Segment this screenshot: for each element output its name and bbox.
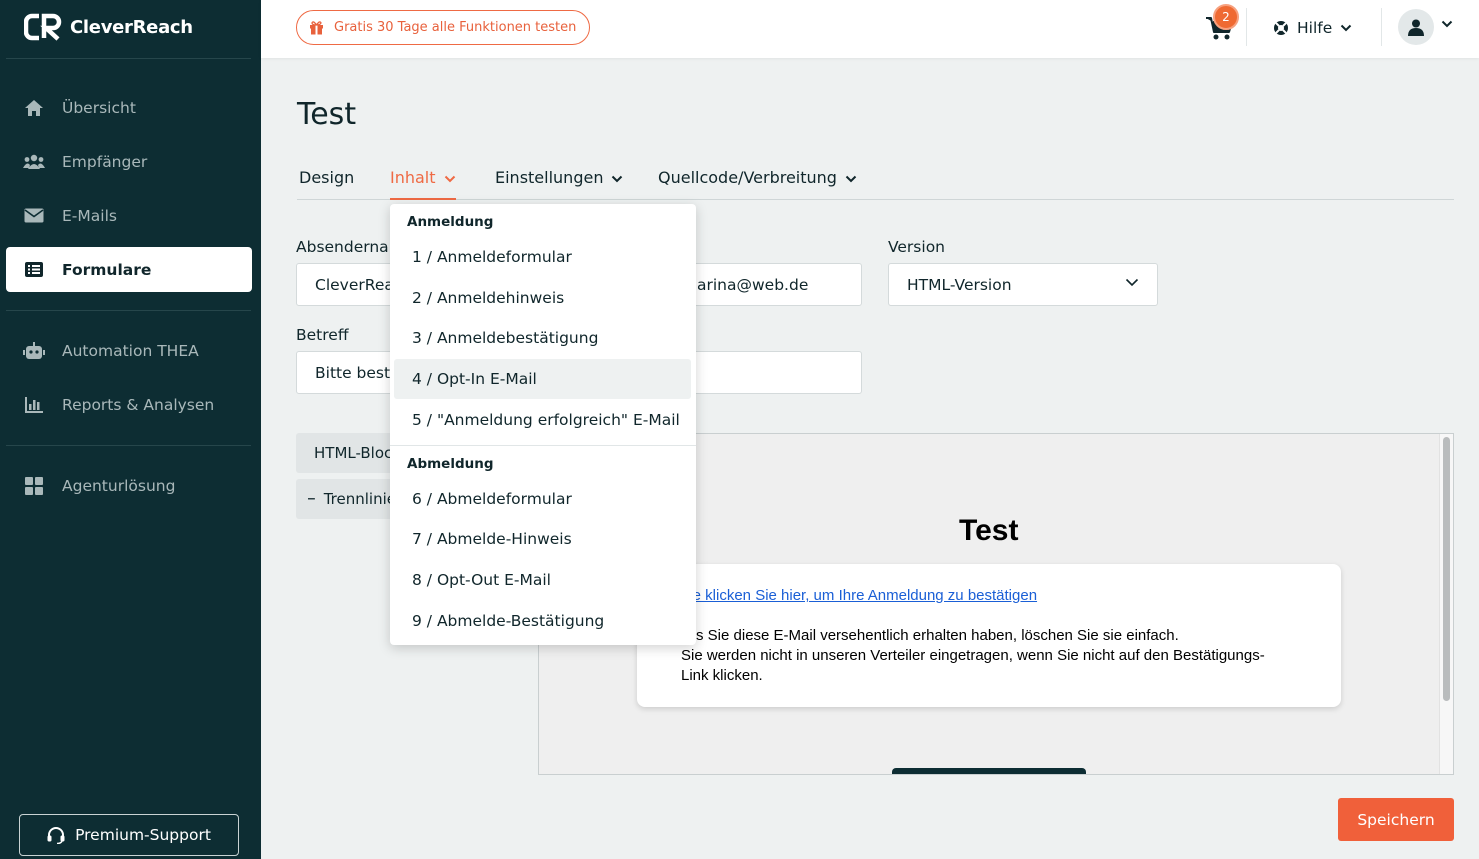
trial-button[interactable]: Gratis 30 Tage alle Funktionen testen xyxy=(296,10,590,45)
preview-text: alls Sie diese E-Mail versehentlich erha… xyxy=(681,626,1301,686)
menu-item-anmeldeformular[interactable]: 1 / Anmeldeformular xyxy=(394,237,691,277)
preview-text-line: Sie werden nicht in unseren Verteiler ei… xyxy=(681,647,1265,664)
version-label: Version xyxy=(888,238,945,256)
sidebar-item-label: Formulare xyxy=(62,260,152,279)
preview-text-line: Link klicken. xyxy=(681,667,763,684)
menu-item-abmelde-bestaetigung[interactable]: 9 / Abmelde-Bestätigung xyxy=(394,601,691,641)
dropdown-group-heading: Abmeldung xyxy=(407,456,494,472)
headset-icon xyxy=(47,826,65,844)
gift-icon xyxy=(310,21,323,35)
menu-item-abmeldeformular[interactable]: 6 / Abmeldeformular xyxy=(394,479,691,519)
sidebar-item-recipients[interactable]: Empfänger xyxy=(6,139,252,184)
sidebar-item-emails[interactable]: E-Mails xyxy=(6,193,252,238)
grid-icon xyxy=(22,474,46,498)
sidebar-divider xyxy=(6,58,251,59)
version-value: HTML-Version xyxy=(907,275,1012,294)
home-icon xyxy=(22,96,46,120)
html-block-button[interactable]: HTML-Block xyxy=(296,433,396,473)
sidebar-item-label: Übersicht xyxy=(62,98,136,117)
inhalt-dropdown-menu: Anmeldung 1 / Anmeldeformular 2 / Anmeld… xyxy=(390,204,696,645)
help-label: Hilfe xyxy=(1297,19,1333,37)
page-title: Test xyxy=(297,97,357,132)
form-list-icon xyxy=(22,258,46,282)
tab-einstellungen[interactable]: Einstellungen xyxy=(495,166,623,200)
sidebar-divider xyxy=(6,445,251,446)
brand-name: CleverReach xyxy=(70,16,193,38)
chevron-down-icon xyxy=(1125,278,1139,287)
menu-item-opt-out-email[interactable]: 8 / Opt-Out E-Mail xyxy=(394,560,691,600)
users-icon xyxy=(22,150,46,174)
tab-quellcode[interactable]: Quellcode/Verbreitung xyxy=(658,166,857,200)
sidebar-item-forms[interactable]: Formulare xyxy=(6,247,252,292)
topbar: Gratis 30 Tage alle Funktionen testen 2 … xyxy=(261,0,1479,58)
minus-icon xyxy=(308,498,315,500)
tab-inhalt[interactable]: Inhalt xyxy=(390,166,456,200)
sidebar: CleverReach Übersicht Empfänger E-Mails … xyxy=(0,0,261,859)
tab-design[interactable]: Design xyxy=(299,166,354,200)
avatar[interactable] xyxy=(1398,9,1434,45)
tab-bar: Design Inhalt Einstellungen Quellcode/Ve… xyxy=(297,166,1454,200)
chevron-down-icon xyxy=(444,175,455,183)
robot-icon xyxy=(22,339,46,363)
dropdown-group-heading: Anmeldung xyxy=(407,214,494,230)
save-button[interactable]: Speichern xyxy=(1338,798,1454,841)
chevron-down-icon xyxy=(1341,24,1352,32)
topbar-divider xyxy=(1381,8,1382,46)
premium-support-button[interactable]: Premium-Support xyxy=(19,814,239,856)
tab-label: Einstellungen xyxy=(495,168,604,187)
sidebar-divider xyxy=(6,310,251,311)
html-block-label: HTML-Block xyxy=(314,444,396,462)
chevron-down-icon xyxy=(612,175,623,183)
preview-title: Test xyxy=(959,514,1019,547)
sidebar-item-overview[interactable]: Übersicht xyxy=(6,85,252,130)
topbar-divider xyxy=(1246,8,1247,46)
sidebar-item-label: Agenturlösung xyxy=(62,476,176,495)
sidebar-item-reports[interactable]: Reports & Analysen xyxy=(6,382,252,427)
sidebar-item-label: Reports & Analysen xyxy=(62,395,215,414)
menu-item-opt-in-email[interactable]: 4 / Opt-In E-Mail xyxy=(394,359,691,399)
user-icon xyxy=(1408,19,1424,36)
confirm-link[interactable]: itte klicken Sie hier, um Ihre Anmeldung… xyxy=(681,587,1037,604)
tab-label: Design xyxy=(299,168,355,187)
trial-label: Gratis 30 Tage alle Funktionen testen xyxy=(334,20,577,35)
bar-chart-icon xyxy=(22,393,46,417)
premium-support-label: Premium-Support xyxy=(75,826,211,844)
menu-item-anmeldehinweis[interactable]: 2 / Anmeldehinweis xyxy=(394,278,691,318)
menu-item-anmeldung-erfolgreich-email[interactable]: 5 / "Anmeldung erfolgreich" E-Mail xyxy=(394,400,691,440)
cleverreach-logo[interactable]: CleverReach xyxy=(24,12,193,42)
menu-item-anmeldebestaetigung[interactable]: 3 / Anmeldebestätigung xyxy=(394,318,691,358)
sidebar-item-agency[interactable]: Agenturlösung xyxy=(6,463,252,508)
chevron-down-icon xyxy=(845,175,857,183)
cleverreach-logo-icon xyxy=(24,13,62,41)
preview-text-line: alls Sie diese E-Mail versehentlich erha… xyxy=(681,627,1179,644)
preview-card: itte klicken Sie hier, um Ihre Anmeldung… xyxy=(637,564,1341,707)
divider-block-button[interactable]: Trennlinie xyxy=(296,479,396,519)
chevron-down-icon[interactable] xyxy=(1441,20,1453,28)
sidebar-item-label: Empfänger xyxy=(62,152,148,171)
sidebar-item-label: Automation THEA xyxy=(62,341,199,360)
version-select[interactable]: HTML-Version xyxy=(888,263,1158,306)
divider-block-label: Trennlinie xyxy=(323,490,396,508)
preview-button xyxy=(892,768,1086,774)
tab-label: Inhalt xyxy=(390,168,436,187)
menu-item-abmelde-hinweis[interactable]: 7 / Abmelde-Hinweis xyxy=(394,519,691,559)
cart-count-badge: 2 xyxy=(1213,4,1239,30)
subject-field-continued[interactable] xyxy=(680,351,862,394)
tab-label: Quellcode/Verbreitung xyxy=(658,168,837,187)
lifebuoy-icon xyxy=(1274,21,1288,35)
sender-email-field[interactable]: arina@web.de xyxy=(680,263,862,306)
sidebar-item-automation[interactable]: Automation THEA xyxy=(6,328,252,373)
preview-scrollbar-thumb[interactable] xyxy=(1443,437,1450,701)
sidebar-item-label: E-Mails xyxy=(62,206,117,225)
dropdown-divider xyxy=(390,445,696,446)
help-menu[interactable]: Hilfe xyxy=(1273,14,1352,42)
envelope-icon xyxy=(22,204,46,228)
subject-label: Betreff xyxy=(296,326,349,344)
